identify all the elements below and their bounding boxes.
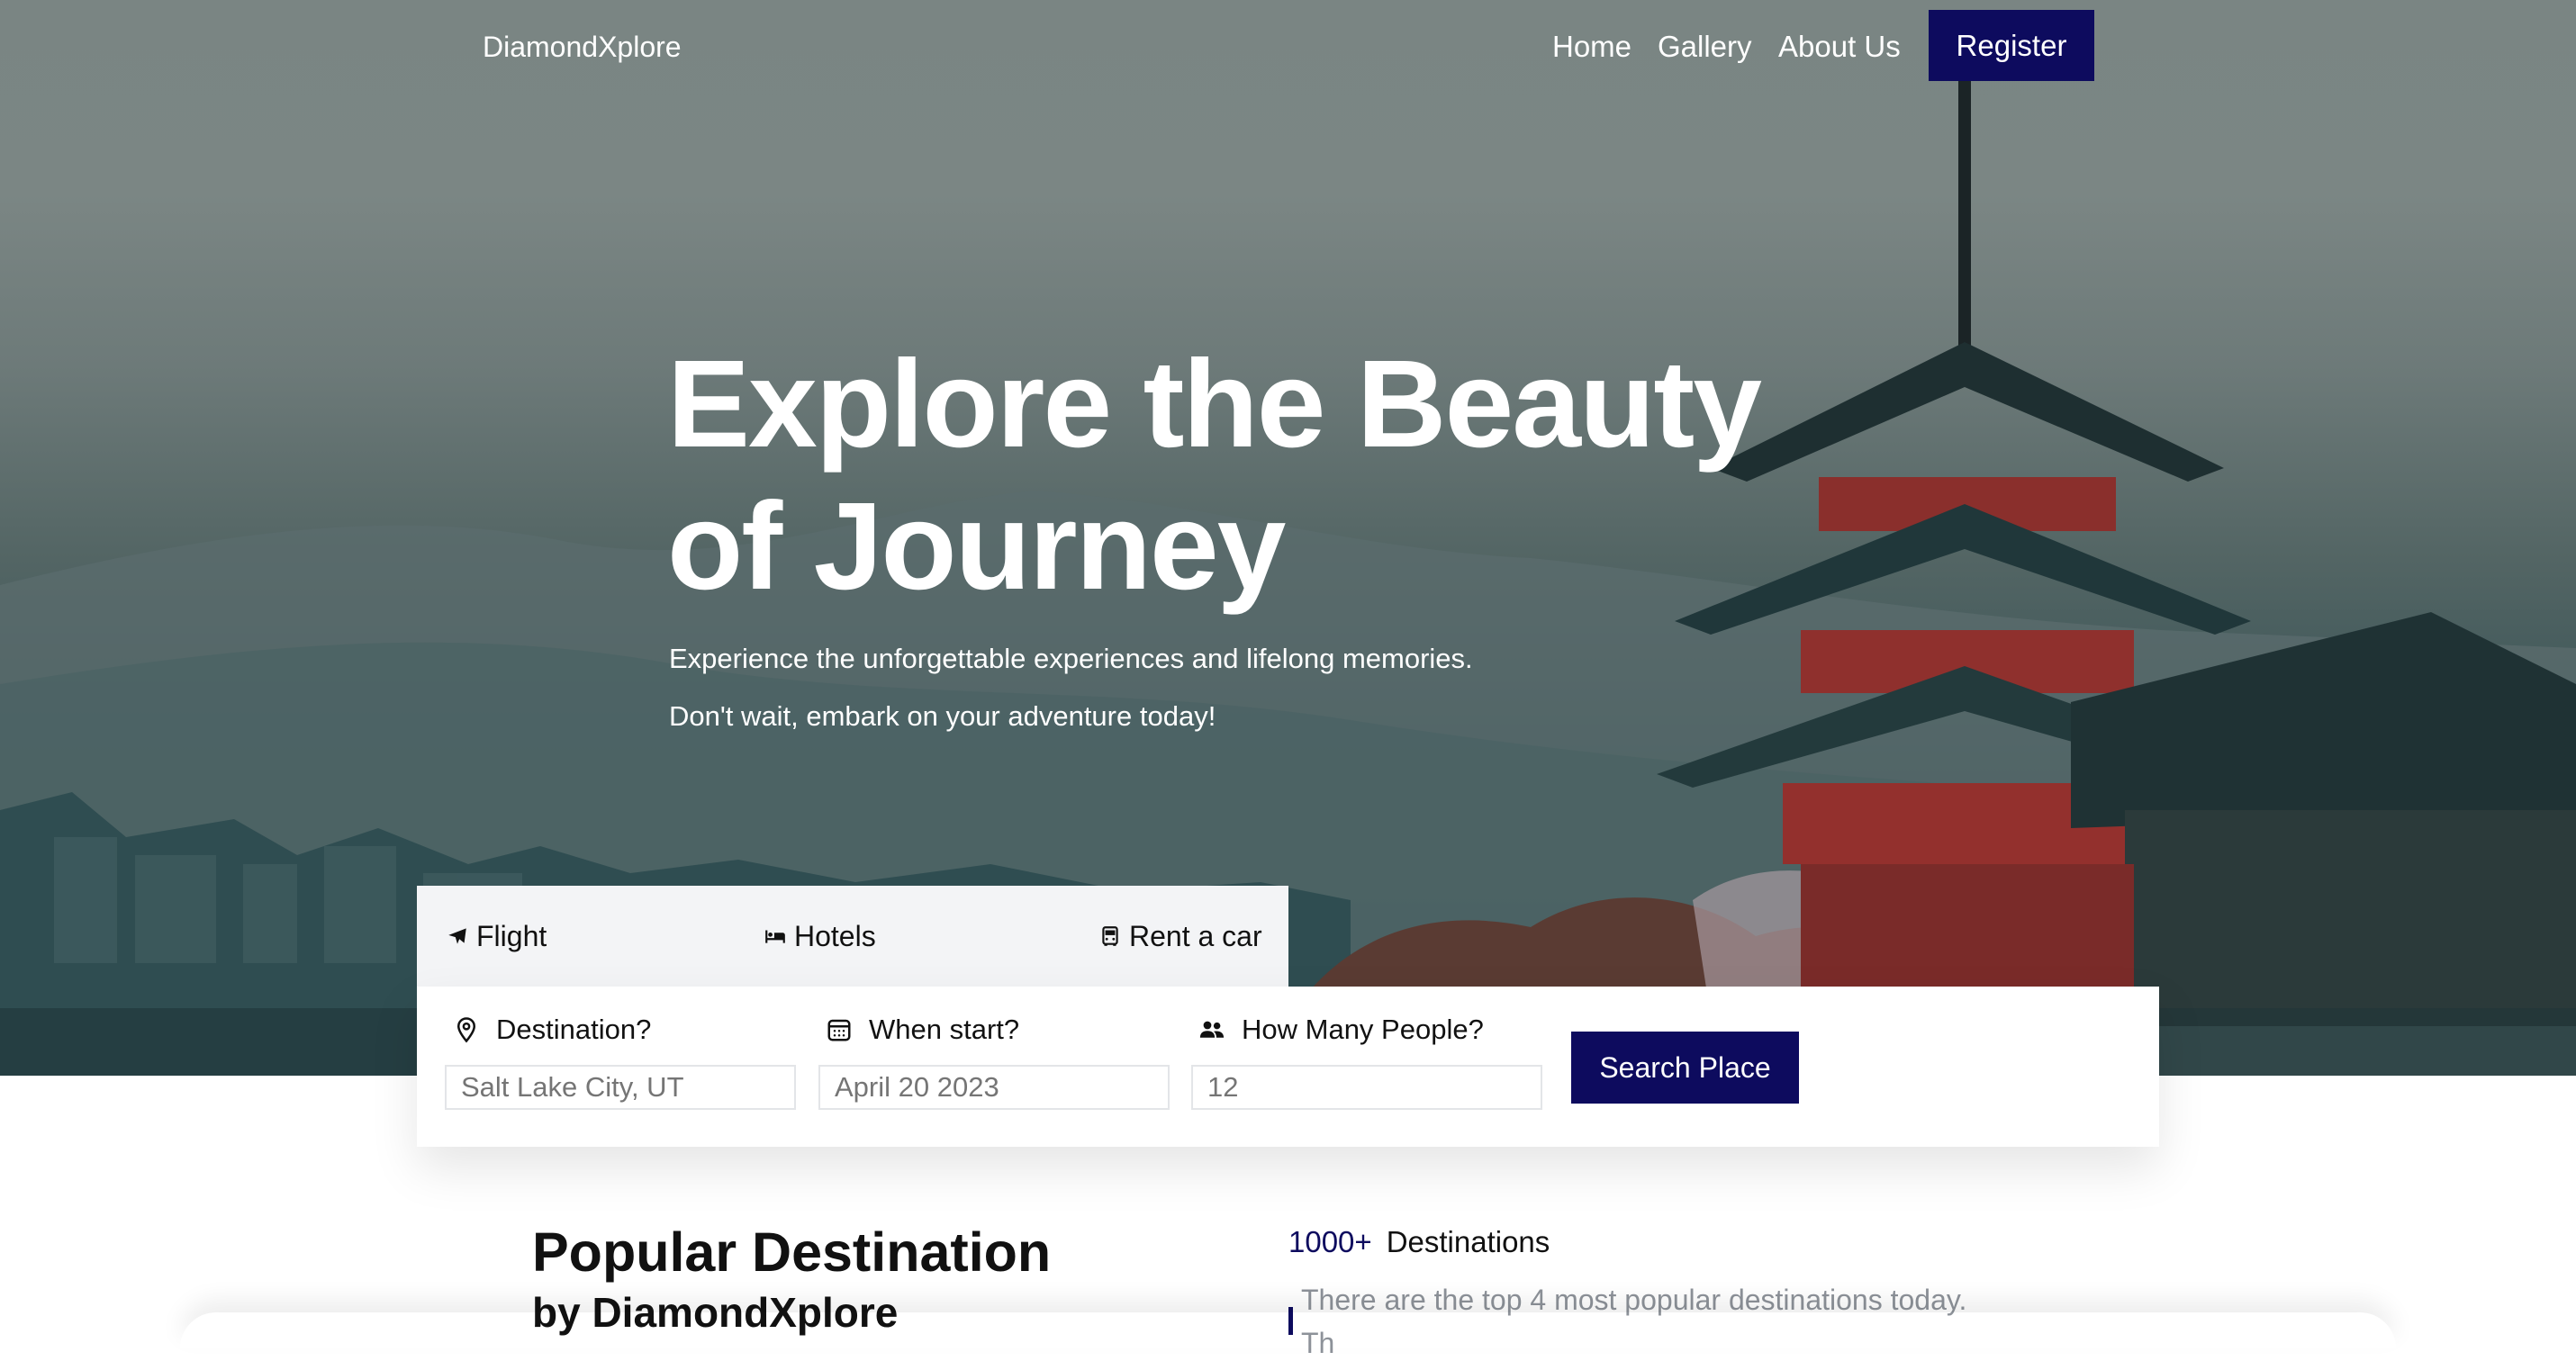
register-button[interactable]: Register [1929,10,2094,81]
people-icon [1199,1021,1225,1038]
stat-number: 1000+ [1288,1225,1372,1258]
brand-logo[interactable]: DiamondXplore [483,29,682,65]
destinations-stat: 1000+ Destinations [1288,1224,1550,1260]
hero-title-line2: of Journey [667,477,1286,616]
map-pin-icon [456,1017,476,1043]
destination-label-text: Destination? [496,1014,652,1045]
nav-link-home[interactable]: Home [1552,29,1631,65]
content-card-edge [180,1312,2396,1348]
people-label-text: How Many People? [1242,1014,1484,1045]
people-label: How Many People? [1198,1012,1484,1048]
destination-label: Destination? [453,1012,651,1048]
tab-flight[interactable]: Flight [446,917,547,955]
start-date-label: When start? [826,1012,1019,1048]
destination-input[interactable] [445,1065,796,1110]
section-title: Popular Destination [532,1221,1052,1283]
nav-link-gallery[interactable]: Gallery [1658,29,1752,65]
tab-hotels-label: Hotels [794,920,876,952]
tab-rent-a-car[interactable]: Rent a car [1098,917,1262,955]
plane-icon [448,928,466,944]
tab-flight-label: Flight [476,920,547,952]
hero-title-line1: Explore the Beauty [667,335,1762,473]
start-date-input[interactable] [818,1065,1170,1110]
people-input[interactable] [1191,1065,1542,1110]
nav-link-about-us[interactable]: About Us [1778,29,1901,65]
hero-subtitle-line2: Don't wait, embark on your adventure tod… [669,700,1216,732]
calendar-icon [827,1019,851,1041]
search-place-button[interactable]: Search Place [1571,1032,1799,1104]
stat-label: Destinations [1386,1225,1550,1258]
start-date-label-text: When start? [869,1014,1020,1045]
car-icon [1102,926,1118,946]
bed-icon [765,930,785,943]
hero-title: Explore the Beauty of Journey [667,333,1928,617]
tab-hotels[interactable]: Hotels [764,917,876,955]
hero-subtitle-line1: Experience the unforgettable experiences… [669,643,1473,674]
tab-rent-a-car-label: Rent a car [1129,920,1262,952]
